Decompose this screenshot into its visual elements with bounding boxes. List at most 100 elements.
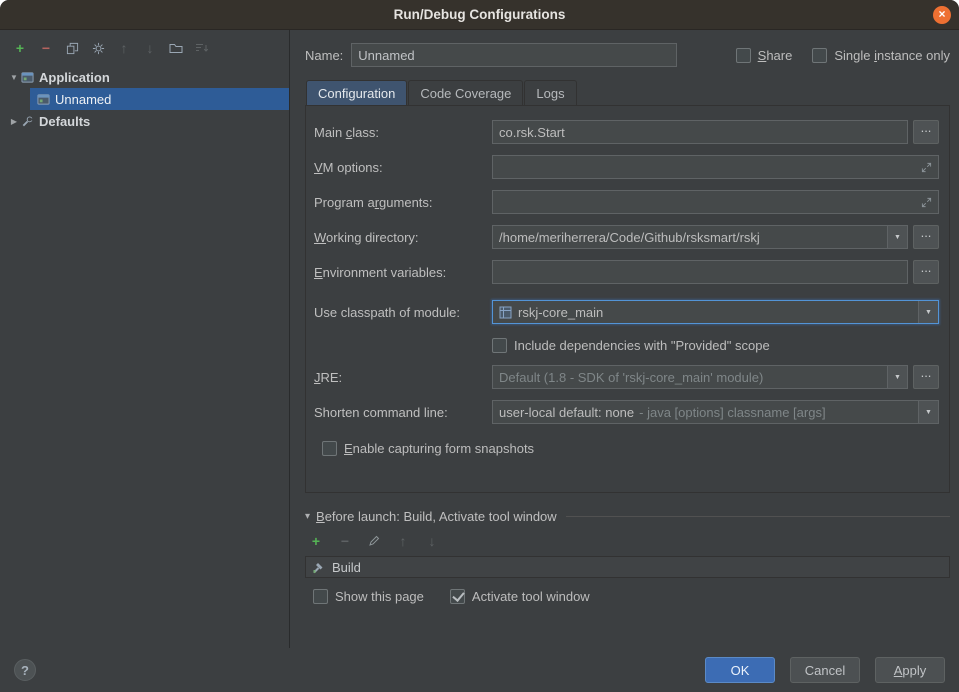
remove-icon[interactable]: − <box>38 40 54 56</box>
working-directory-field[interactable]: /home/meriherrera/Code/Github/rsksmart/r… <box>492 225 908 249</box>
shorten-command-line-label: Shorten command line: <box>314 405 492 420</box>
build-icon <box>312 561 325 574</box>
tree-item-label: Defaults <box>39 114 90 129</box>
before-launch-title: Before launch: Build, Activate tool wind… <box>316 509 557 524</box>
section-divider <box>566 516 950 517</box>
tree-item-unnamed[interactable]: Unnamed <box>30 88 289 110</box>
help-icon: ? <box>21 663 29 678</box>
activate-tool-window-checkbox-wrap[interactable]: Activate tool window <box>450 589 590 604</box>
titlebar[interactable]: Run/Debug Configurations × <box>0 0 959 30</box>
tab-configuration[interactable]: Configuration <box>306 80 407 106</box>
show-this-page-label: Show this page <box>335 589 424 604</box>
activate-tool-window-checkbox[interactable] <box>450 589 465 604</box>
activate-tool-window-label: Activate tool window <box>472 589 590 604</box>
share-checkbox-wrap[interactable]: Share <box>736 48 793 63</box>
expand-icon[interactable] <box>921 162 932 173</box>
application-icon <box>36 93 51 106</box>
expand-icon[interactable] <box>921 197 932 208</box>
main-class-label: Main class: <box>314 125 492 140</box>
run-debug-configurations-dialog: Run/Debug Configurations × + − ↑ ↓ <box>0 0 959 692</box>
share-checkbox[interactable] <box>736 48 751 63</box>
dropdown-arrow-icon[interactable]: ▼ <box>918 301 938 323</box>
configurations-sidebar: + − ↑ ↓ ▼ <box>0 30 290 648</box>
before-launch-task-label: Build <box>332 560 361 575</box>
program-arguments-field[interactable] <box>492 190 939 214</box>
capture-snapshots-checkbox[interactable] <box>322 441 337 456</box>
chevron-down-icon[interactable]: ▼ <box>8 73 20 82</box>
capture-snapshots-checkbox-wrap[interactable]: Enable capturing form snapshots <box>322 441 534 456</box>
before-launch-header[interactable]: ▾ Before launch: Build, Activate tool wi… <box>305 509 950 524</box>
cancel-button[interactable]: Cancel <box>790 657 860 683</box>
configurations-tree: ▼ Application Unnamed ▶ <box>0 66 289 648</box>
name-input[interactable] <box>351 43 677 67</box>
application-icon <box>20 71 35 84</box>
tree-item-defaults[interactable]: ▶ Defaults <box>0 110 289 132</box>
move-down-icon[interactable]: ↓ <box>142 40 158 56</box>
working-directory-label: Working directory: <box>314 230 492 245</box>
classpath-module-label: Use classpath of module: <box>314 305 492 320</box>
before-launch-task-row[interactable]: Build <box>305 556 950 578</box>
tab-code-coverage[interactable]: Code Coverage <box>408 80 523 106</box>
close-icon: × <box>938 7 945 21</box>
jre-label: JRE: <box>314 370 492 385</box>
dropdown-arrow-icon[interactable]: ▼ <box>918 401 938 423</box>
include-provided-checkbox-wrap[interactable]: Include dependencies with "Provided" sco… <box>492 338 770 353</box>
dialog-footer: ? OK Cancel Apply <box>0 648 959 692</box>
edit-templates-icon[interactable] <box>90 40 106 56</box>
shorten-command-line-combobox[interactable]: user-local default: none - java [options… <box>492 400 939 424</box>
tree-item-label: Application <box>39 70 110 85</box>
environment-variables-label: Environment variables: <box>314 265 492 280</box>
move-down-icon[interactable]: ↓ <box>424 533 440 549</box>
configuration-editor: Name: Share Single instance only Confi <box>290 30 959 648</box>
window-title: Run/Debug Configurations <box>394 7 566 22</box>
before-launch-section: ▾ Before launch: Build, Activate tool wi… <box>305 509 950 604</box>
vm-options-field[interactable] <box>492 155 939 179</box>
include-provided-checkbox[interactable] <box>492 338 507 353</box>
classpath-module-combobox[interactable]: rskj-core_main ▼ <box>492 300 939 324</box>
tab-bar: Configuration Code Coverage Logs <box>305 80 950 106</box>
move-up-icon[interactable]: ↑ <box>116 40 132 56</box>
edit-icon[interactable] <box>366 533 382 549</box>
show-this-page-checkbox-wrap[interactable]: Show this page <box>313 589 424 604</box>
environment-variables-browse-button[interactable]: ... <box>913 260 939 284</box>
sort-icon[interactable] <box>194 40 210 56</box>
single-instance-label: Single instance only <box>834 48 950 63</box>
chevron-right-icon[interactable]: ▶ <box>8 117 20 126</box>
before-launch-toolbar: + − ↑ ↓ <box>308 533 950 549</box>
close-button[interactable]: × <box>933 6 951 24</box>
jre-combobox[interactable]: Default (1.8 - SDK of 'rskj-core_main' m… <box>492 365 908 389</box>
add-icon[interactable]: + <box>308 533 324 549</box>
program-arguments-label: Program arguments: <box>314 195 492 210</box>
copy-icon[interactable] <box>64 40 80 56</box>
main-class-field[interactable]: co.rsk.Start <box>492 120 908 144</box>
help-button[interactable]: ? <box>14 659 36 681</box>
share-label: Share <box>758 48 793 63</box>
capture-snapshots-label: Enable capturing form snapshots <box>344 441 534 456</box>
include-provided-label: Include dependencies with "Provided" sco… <box>514 338 770 353</box>
remove-icon[interactable]: − <box>337 533 353 549</box>
move-up-icon[interactable]: ↑ <box>395 533 411 549</box>
dropdown-arrow-icon[interactable]: ▼ <box>887 226 907 248</box>
add-icon[interactable]: + <box>12 40 28 56</box>
single-instance-checkbox-wrap[interactable]: Single instance only <box>812 48 950 63</box>
ok-button[interactable]: OK <box>705 657 775 683</box>
environment-variables-field[interactable] <box>492 260 908 284</box>
working-directory-browse-button[interactable]: ... <box>913 225 939 249</box>
tab-logs[interactable]: Logs <box>524 80 576 106</box>
name-label: Name: <box>305 48 343 63</box>
main-class-browse-button[interactable]: ... <box>913 120 939 144</box>
vm-options-label: VM options: <box>314 160 492 175</box>
single-instance-checkbox[interactable] <box>812 48 827 63</box>
module-icon <box>499 306 512 319</box>
wrench-icon <box>20 115 35 128</box>
configuration-tab-panel: Main class: co.rsk.Start ... VM options: <box>305 105 950 493</box>
apply-button[interactable]: Apply <box>875 657 945 683</box>
tree-item-application[interactable]: ▼ Application <box>0 66 289 88</box>
dropdown-arrow-icon[interactable]: ▼ <box>887 366 907 388</box>
tree-item-label: Unnamed <box>55 92 111 107</box>
jre-browse-button[interactable]: ... <box>913 365 939 389</box>
sidebar-toolbar: + − ↑ ↓ <box>0 30 289 66</box>
new-folder-icon[interactable] <box>168 40 184 56</box>
show-this-page-checkbox[interactable] <box>313 589 328 604</box>
collapse-arrow-icon[interactable]: ▾ <box>305 511 310 522</box>
